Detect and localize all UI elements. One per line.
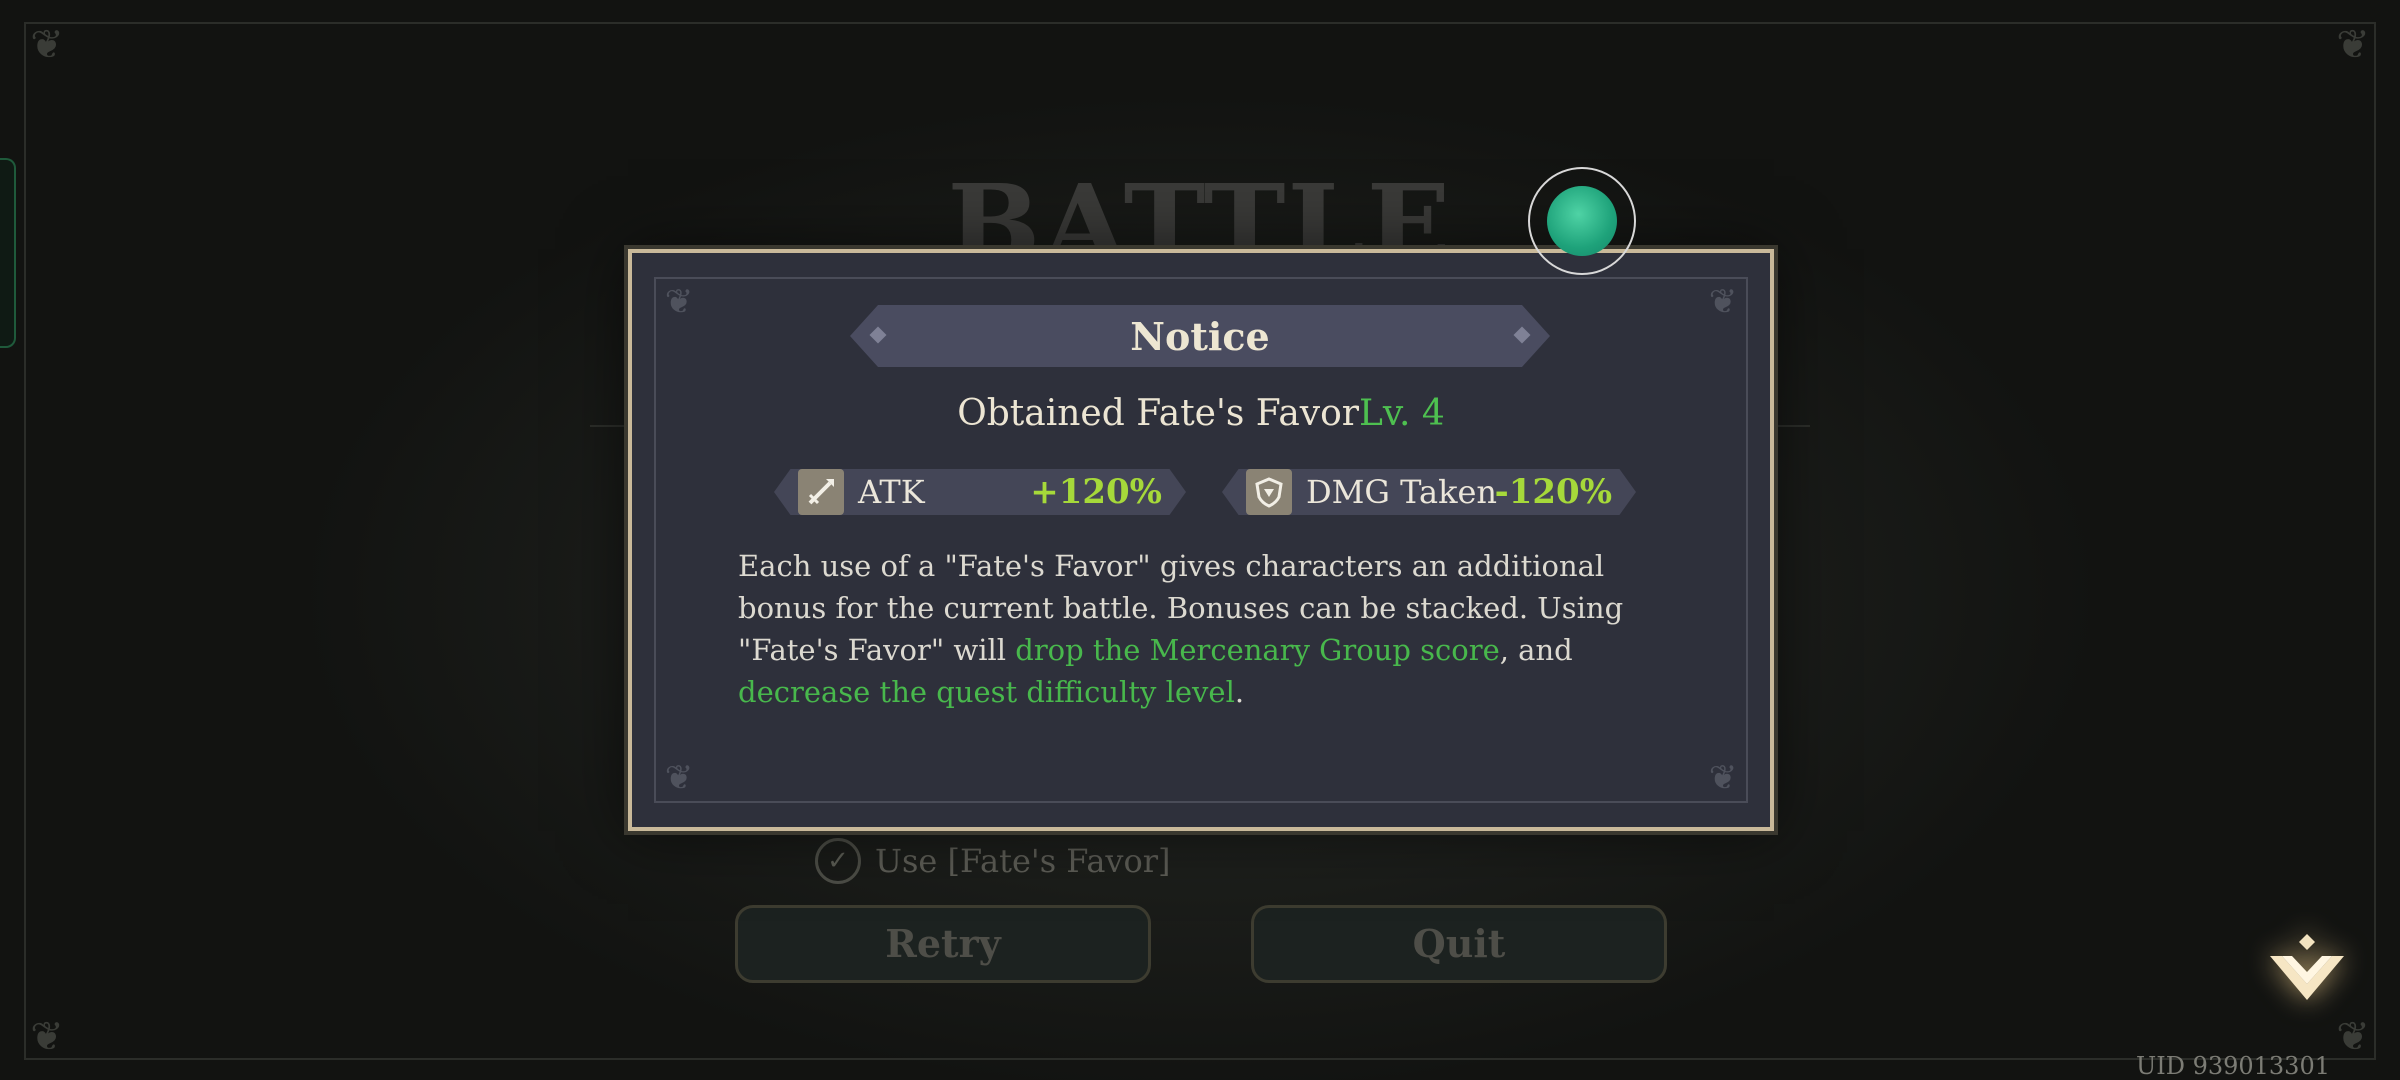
checkbox-label: Use [Fate's Favor]	[875, 842, 1171, 880]
touch-indicator	[1528, 167, 1636, 275]
retry-button[interactable]: Retry	[735, 905, 1151, 983]
touch-point	[1547, 186, 1617, 256]
dialog-corner-ornament: ❦	[1708, 282, 1738, 322]
description-text: .	[1234, 675, 1245, 709]
use-fates-favor-option[interactable]: ✓ Use [Fate's Favor]	[815, 838, 1171, 884]
stat-value: -120%	[1494, 472, 1612, 512]
stat-dmg-taken: DMG Taken -120%	[1222, 469, 1636, 515]
frame-corner-ornament: ❦	[2336, 1014, 2370, 1060]
chevron-down-icon	[2270, 934, 2344, 1000]
dialog-corner-ornament: ❦	[664, 282, 694, 322]
dialog-title: Notice	[1130, 313, 1270, 359]
notice-dialog: ❦ ❦ ❦ ❦ Notice Obtained Fate's FavorLv. …	[628, 249, 1774, 831]
side-drawer-tab[interactable]	[0, 158, 16, 348]
collapse-menu-button[interactable]	[2262, 928, 2352, 1018]
dialog-corner-ornament: ❦	[1708, 758, 1738, 798]
user-id: UID 939013301	[2135, 1052, 2330, 1080]
obtained-heading: Obtained Fate's FavorLv. 4	[632, 393, 1770, 434]
quit-button[interactable]: Quit	[1251, 905, 1667, 983]
checkbox[interactable]: ✓	[815, 838, 861, 884]
shield-icon	[1246, 469, 1292, 515]
description-text: , and	[1499, 633, 1573, 667]
level-text: Lv. 4	[1359, 393, 1445, 434]
description-highlight: drop the Mercenary Group score	[1015, 633, 1500, 667]
sword-icon	[798, 469, 844, 515]
frame-corner-ornament: ❦	[30, 22, 64, 68]
description-highlight: decrease the quest difficulty level	[738, 675, 1235, 709]
dialog-corner-ornament: ❦	[664, 758, 694, 798]
stat-label: DMG Taken	[1306, 473, 1498, 511]
notice-description: Each use of a "Fate's Favor" gives chara…	[738, 545, 1678, 713]
obtained-text: Obtained Fate's Favor	[957, 393, 1360, 434]
stat-label: ATK	[858, 473, 925, 511]
stat-value: +120%	[1030, 472, 1162, 512]
frame-corner-ornament: ❦	[30, 1014, 64, 1060]
stat-atk: ATK +120%	[774, 469, 1186, 515]
diamond-ornament	[1513, 326, 1531, 344]
dialog-title-banner: Notice	[850, 305, 1550, 367]
frame-corner-ornament: ❦	[2336, 22, 2370, 68]
diamond-ornament	[869, 326, 887, 344]
